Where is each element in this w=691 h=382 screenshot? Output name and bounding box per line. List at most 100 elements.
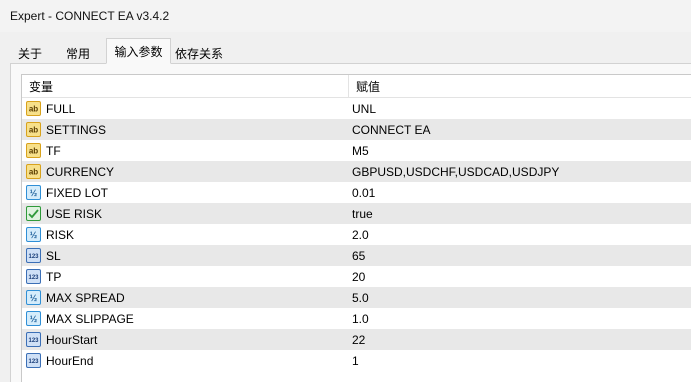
column-header-variable-label: 变量 (29, 79, 54, 94)
value-cell[interactable]: CONNECT EA (350, 119, 691, 140)
column-header-value-label: 赋值 (356, 79, 381, 94)
table-row[interactable]: 123 HourStart 22 (22, 329, 691, 350)
table-header: 变量 赋值 (22, 75, 691, 98)
table-row[interactable]: ½ RISK 2.0 (22, 224, 691, 245)
variable-value[interactable]: 1 (352, 354, 359, 368)
window-title: Expert - CONNECT EA v3.4.2 (10, 9, 170, 23)
string-type-icon: ab (25, 143, 41, 159)
integer-type-icon-glyph: 123 (25, 248, 41, 263)
variable-cell: 123 HourEnd (22, 350, 350, 371)
table-row[interactable]: ½ MAX SPREAD 5.0 (22, 287, 691, 308)
variable-name: MAX SLIPPAGE (46, 311, 134, 326)
value-cell[interactable]: 2.0 (350, 224, 691, 245)
value-cell[interactable]: 20 (350, 266, 691, 287)
variable-cell: ½ MAX SLIPPAGE (22, 308, 350, 329)
table-row[interactable]: USE RISK true (22, 203, 691, 224)
integer-type-icon-glyph: 123 (25, 332, 41, 347)
value-cell[interactable]: 5.0 (350, 287, 691, 308)
table-row[interactable]: ab SETTINGS CONNECT EA (22, 119, 691, 140)
double-type-icon-glyph: ½ (29, 188, 37, 198)
variable-value[interactable]: UNL (352, 102, 376, 116)
window-title-bar: Expert - CONNECT EA v3.4.2 (0, 0, 691, 32)
variable-cell: 123 TP (22, 266, 350, 287)
value-cell[interactable]: 22 (350, 329, 691, 350)
integer-type-icon-glyph: 123 (28, 254, 39, 260)
column-header-value[interactable]: 赋值 (349, 75, 691, 98)
double-type-icon: ½ (25, 185, 41, 201)
tab-about[interactable]: 关于 (8, 42, 52, 64)
table-row[interactable]: 123 SL 65 (22, 245, 691, 266)
string-type-icon: ab (25, 164, 41, 180)
double-type-icon: ½ (25, 311, 41, 327)
integer-type-icon: 123 (25, 248, 41, 264)
string-type-icon: ab (25, 122, 41, 138)
variable-value[interactable]: 22 (352, 333, 365, 347)
variable-value[interactable]: 20 (352, 270, 365, 284)
double-type-icon-glyph: ½ (29, 314, 37, 324)
tab-about-label: 关于 (17, 46, 42, 61)
table-body: ab FULL UNL ab SETTINGS CONNECT EA ab TF M5 ab CUR… (22, 98, 691, 371)
inputs-panel: 变量 赋值 ab FULL UNL ab SETTINGS CONNECT EA ab TF M… (10, 63, 691, 382)
table-row[interactable]: ½ FIXED LOT 0.01 (22, 182, 691, 203)
bool-type-icon-glyph (25, 206, 41, 221)
value-cell[interactable]: GBPUSD,USDCHF,USDCAD,USDJPY (350, 161, 691, 182)
variable-cell: ½ RISK (22, 224, 350, 245)
tab-dependencies[interactable]: 依存关系 (170, 42, 228, 64)
variable-name: FULL (46, 101, 76, 116)
variable-name: FIXED LOT (46, 185, 109, 200)
string-type-icon-glyph: ab (28, 168, 37, 177)
variable-cell: USE RISK (22, 203, 350, 224)
variable-value[interactable]: 2.0 (352, 228, 369, 242)
tab-strip: 关于 常用 输入参数 依存关系 (0, 36, 691, 64)
value-cell[interactable]: 0.01 (350, 182, 691, 203)
string-type-icon: ab (25, 101, 41, 117)
variable-cell: ab TF (22, 140, 350, 161)
variable-cell: 123 HourStart (22, 329, 350, 350)
variable-name: TP (46, 269, 62, 284)
variable-cell: ab CURRENCY (22, 161, 350, 182)
string-type-icon-glyph: ab (25, 101, 41, 116)
table-row[interactable]: ab TF M5 (22, 140, 691, 161)
variable-name: SL (46, 248, 61, 263)
value-cell[interactable]: true (350, 203, 691, 224)
table-row[interactable]: ½ MAX SLIPPAGE 1.0 (22, 308, 691, 329)
value-cell[interactable]: 65 (350, 245, 691, 266)
double-type-icon-glyph: ½ (25, 185, 41, 200)
variable-name: MAX SPREAD (46, 290, 125, 305)
variable-name: HourEnd (46, 353, 94, 368)
tab-inputs[interactable]: 输入参数 (106, 38, 171, 64)
integer-type-icon-glyph: 123 (28, 338, 39, 344)
variable-value[interactable]: true (352, 207, 373, 221)
table-row[interactable]: 123 TP 20 (22, 266, 691, 287)
variable-value[interactable]: 65 (352, 249, 365, 263)
variable-name: SETTINGS (46, 122, 107, 137)
table-row[interactable]: ab CURRENCY GBPUSD,USDCHF,USDCAD,USDJPY (22, 161, 691, 182)
variable-value[interactable]: 1.0 (352, 312, 369, 326)
variable-name: TF (46, 143, 61, 158)
bool-type-icon (25, 206, 41, 222)
column-header-variable[interactable]: 变量 (22, 75, 349, 98)
string-type-icon-glyph: ab (25, 122, 41, 137)
double-type-icon: ½ (25, 290, 41, 306)
variable-name: CURRENCY (46, 164, 115, 179)
variable-cell: ½ MAX SPREAD (22, 287, 350, 308)
double-type-icon-glyph: ½ (25, 227, 41, 242)
table-row[interactable]: ab FULL UNL (22, 98, 691, 119)
value-cell[interactable]: 1.0 (350, 308, 691, 329)
variable-value[interactable]: CONNECT EA (352, 123, 430, 137)
variable-value[interactable]: 0.01 (352, 186, 375, 200)
integer-type-icon: 123 (25, 332, 41, 348)
table-row[interactable]: 123 HourEnd 1 (22, 350, 691, 371)
integer-type-icon-glyph: 123 (28, 275, 39, 281)
variable-value[interactable]: 5.0 (352, 291, 369, 305)
variable-cell: 123 SL (22, 245, 350, 266)
value-cell[interactable]: 1 (350, 350, 691, 371)
value-cell[interactable]: UNL (350, 98, 691, 119)
value-cell[interactable]: M5 (350, 140, 691, 161)
variable-value[interactable]: M5 (352, 144, 369, 158)
tab-common[interactable]: 常用 (56, 42, 100, 64)
double-type-icon-glyph: ½ (29, 230, 37, 240)
variable-value[interactable]: GBPUSD,USDCHF,USDCAD,USDJPY (352, 165, 559, 179)
double-type-icon-glyph: ½ (25, 290, 41, 305)
bool-type-icon-glyph (25, 206, 41, 221)
